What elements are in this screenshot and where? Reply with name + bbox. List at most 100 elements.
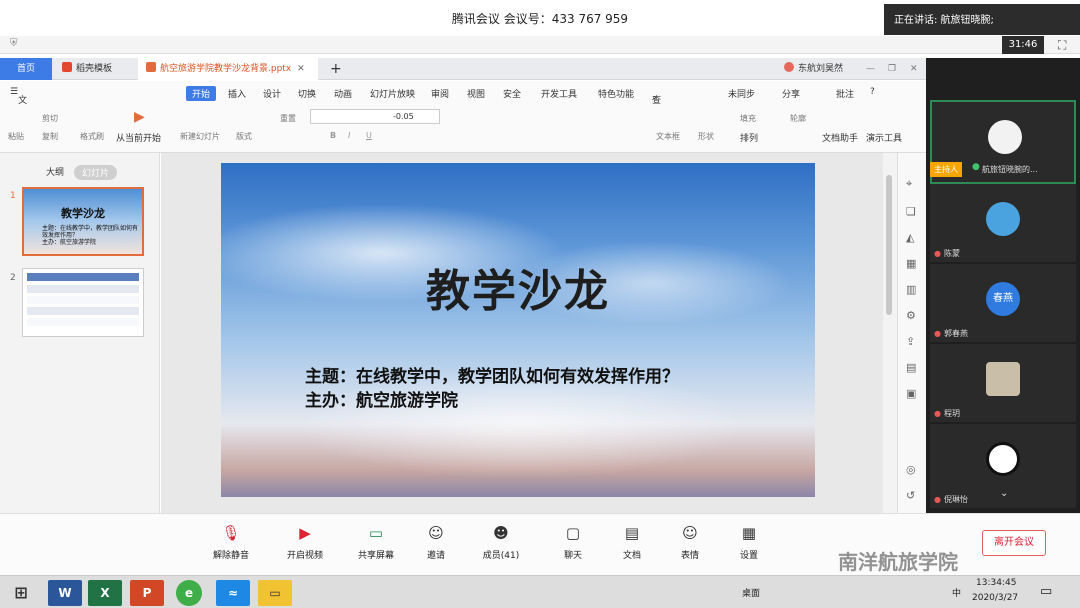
doc-assistant-button[interactable]: 文档助手	[822, 131, 858, 144]
settings-button[interactable]: ▦ 设置	[721, 524, 777, 561]
chat-button[interactable]: ▢ 聊天	[545, 524, 601, 561]
chevron-down-icon[interactable]: ⌄	[1000, 488, 1008, 499]
shape-button[interactable]: 形状	[698, 131, 714, 142]
windows-start-icon[interactable]: ⊞	[4, 580, 38, 606]
box-icon[interactable]: ▣	[906, 387, 916, 400]
tab-templates[interactable]: 稻壳模板	[54, 58, 136, 80]
excel-icon[interactable]: X	[88, 580, 122, 606]
participant-name-label: 倪琳怡	[943, 495, 968, 504]
close-window-icon[interactable]: ✕	[902, 58, 926, 80]
fullscreen-icon[interactable]: ⛶	[1058, 38, 1072, 52]
menu-file[interactable]: ☰ 文件	[10, 87, 27, 119]
layout-button[interactable]: 版式	[236, 131, 252, 142]
desktop-label[interactable]: 桌面	[742, 586, 760, 599]
fill-button[interactable]: 填充	[740, 113, 756, 124]
share-icon[interactable]: ⇪	[906, 335, 915, 348]
folder-icon[interactable]: ▭	[258, 580, 292, 606]
textbox-button[interactable]: 文本框	[656, 131, 680, 142]
clock-date[interactable]: 2020/3/27	[972, 593, 1018, 603]
layers-icon[interactable]: ❏	[906, 205, 916, 218]
cut-button[interactable]: 剪切	[42, 113, 58, 124]
menu-review[interactable]: 审阅	[431, 87, 449, 100]
docs-label: 文档	[622, 551, 641, 561]
slide-thumbnail[interactable]	[22, 268, 144, 337]
format-painter-button[interactable]: 格式刷	[80, 131, 104, 142]
emoji-button[interactable]: ☺ 表情	[662, 524, 718, 561]
location-icon[interactable]: ◎	[906, 463, 916, 476]
start-video-button[interactable]: ▶ 开启视频	[277, 524, 333, 561]
menu-share[interactable]: 分享	[782, 87, 800, 100]
table-icon[interactable]: ▤	[906, 361, 916, 374]
members-button[interactable]: ☻ 成员(41)	[473, 524, 529, 561]
avatar	[986, 442, 1020, 476]
slide-thumbnail[interactable]: 教学沙龙 主题：在线教学中，教学团队如何有效发挥作用？ 主办：航空旅游学院	[22, 187, 144, 256]
history-icon[interactable]: ↺	[906, 489, 915, 502]
menu-design[interactable]: 设计	[263, 87, 281, 100]
docs-button[interactable]: ▤ 文档	[604, 524, 660, 561]
bold-button[interactable]: B	[330, 131, 336, 140]
thumb-table-header	[27, 273, 139, 281]
notification-icon[interactable]: ▭	[1040, 584, 1052, 599]
new-slide-button[interactable]: 新建幻灯片	[180, 131, 220, 142]
play-from-current-button[interactable]: 从当前开始	[116, 131, 161, 144]
pointer-icon[interactable]: ⌖	[906, 177, 912, 191]
user-account[interactable]: 东航刘昊然	[776, 58, 851, 80]
current-slide[interactable]: 教学沙龙 主题：在线教学中，教学团队如何有效发挥作用？ 主办：航空旅游学院	[221, 163, 815, 497]
reset-button[interactable]: 重置	[280, 113, 296, 124]
unmute-button[interactable]: 🎙 解除静音	[203, 524, 259, 561]
add-user-icon: ☺	[428, 524, 444, 542]
leave-meeting-button[interactable]: 离开会议	[982, 530, 1046, 556]
slide-subtitle-line1: 主题：在线教学中，教学团队如何有效发挥作用？	[305, 367, 679, 387]
tab-home[interactable]: 首页	[0, 58, 52, 80]
invite-button[interactable]: ☺ 邀请	[408, 524, 464, 561]
slide-number: 2	[10, 273, 16, 283]
menu-view[interactable]: 视图	[467, 87, 485, 100]
italic-button[interactable]: I	[348, 131, 350, 140]
menu-comment[interactable]: 批注	[836, 87, 854, 100]
scrollbar-thumb[interactable]	[886, 175, 892, 315]
menu-slideshow[interactable]: 幻灯片放映	[370, 87, 415, 100]
font-size-input[interactable]: -0.05	[310, 109, 440, 124]
browser-icon[interactable]: e	[176, 580, 202, 606]
clock-time[interactable]: 13:34:45	[976, 578, 1016, 588]
copy-button[interactable]: 复制	[42, 131, 58, 142]
avatar: 春燕	[986, 282, 1020, 316]
word-icon[interactable]: W	[48, 580, 82, 606]
close-tab-icon[interactable]: ✕	[297, 64, 305, 74]
chart-icon[interactable]: ▥	[906, 283, 916, 296]
powerpoint-icon[interactable]: P	[130, 580, 164, 606]
participant-tile[interactable]: 春燕 ● 郭春燕	[930, 264, 1076, 342]
restore-icon[interactable]: ❐	[880, 58, 904, 80]
tab-slides[interactable]: 幻灯片	[74, 165, 118, 180]
menu-features[interactable]: 特色功能	[598, 87, 634, 100]
members-label: 成员(41)	[482, 551, 520, 561]
camera-off-icon: ▶	[299, 524, 311, 542]
participant-tile[interactable]: ● 陈蒙	[930, 184, 1076, 262]
underline-button[interactable]: U	[366, 131, 372, 140]
participant-name: ● 郭春燕	[934, 328, 968, 339]
meeting-app-icon[interactable]: ≈	[216, 580, 250, 606]
participant-tile[interactable]: ● 程玥	[930, 344, 1076, 422]
menu-animation[interactable]: 动画	[334, 87, 352, 100]
menu-start[interactable]: 开始	[186, 86, 217, 101]
outline-button[interactable]: 轮廓	[790, 113, 806, 124]
tab-outline[interactable]: 大纲	[46, 165, 64, 178]
menu-insert[interactable]: 插入	[228, 87, 246, 100]
arrange-button[interactable]: 排列	[740, 131, 758, 144]
paste-button[interactable]: 粘贴	[8, 131, 24, 142]
help-icon[interactable]: ?	[870, 87, 875, 97]
ime-indicator[interactable]: 中	[952, 586, 961, 599]
participant-name-label: 郭春燕	[943, 329, 968, 338]
menu-unsynced[interactable]: 未同步	[728, 87, 755, 100]
shape-icon[interactable]: ◭	[906, 231, 914, 244]
tab-document[interactable]: 航空旅游学院教学沙龙背景.pptx ✕	[138, 58, 318, 80]
tools-icon[interactable]: ⚙	[906, 309, 916, 322]
menu-devtools[interactable]: 开发工具	[541, 87, 577, 100]
new-tab-icon[interactable]: +	[322, 58, 350, 80]
share-screen-button[interactable]: ▭ 共享屏幕	[348, 524, 404, 561]
menu-transition[interactable]: 切换	[298, 87, 316, 100]
presentation-tools-button[interactable]: 演示工具	[866, 131, 902, 144]
menu-security[interactable]: 安全	[503, 87, 521, 100]
participant-tile[interactable]: ● 倪琳怡 ⌄	[930, 424, 1076, 508]
grid-icon[interactable]: ▦	[906, 257, 916, 270]
